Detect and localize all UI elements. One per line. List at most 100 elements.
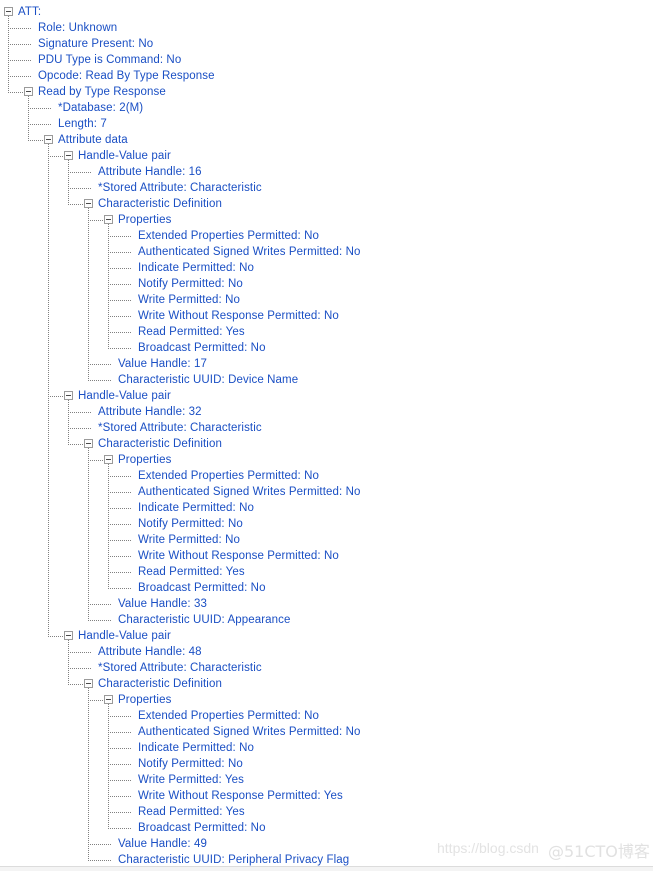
tree-row-label: ATT:: [18, 6, 42, 18]
tree-row-label: Indicate Permitted: No: [138, 502, 254, 514]
tree-expander-collapse-icon[interactable]: [84, 439, 93, 448]
tree-connector-line: [88, 860, 112, 861]
tree-row[interactable]: Attribute Handle: 32: [0, 404, 653, 420]
tree-connector-line: [28, 140, 43, 141]
tree-row[interactable]: Indicate Permitted: No: [0, 740, 653, 756]
tree-row[interactable]: Properties: [0, 212, 653, 228]
tree-row-label: Role: Unknown: [38, 22, 118, 34]
tree-connector-line: [108, 236, 132, 237]
tree-row[interactable]: Read by Type Response: [0, 84, 653, 100]
tree-expander-collapse-icon[interactable]: [104, 455, 113, 464]
tree-row[interactable]: Notify Permitted: No: [0, 276, 653, 292]
tree-expander-collapse-icon[interactable]: [104, 695, 113, 704]
tree-row[interactable]: Write Permitted: Yes: [0, 772, 653, 788]
tree-connector-line: [108, 476, 132, 477]
tree-row-label: Read by Type Response: [38, 86, 166, 98]
tree-row[interactable]: Write Permitted: No: [0, 532, 653, 548]
tree-row[interactable]: *Stored Attribute: Characteristic: [0, 180, 653, 196]
tree-row[interactable]: Broadcast Permitted: No: [0, 820, 653, 836]
tree-expander-collapse-icon[interactable]: [64, 391, 73, 400]
tree-row[interactable]: Characteristic UUID: Appearance: [0, 612, 653, 628]
tree-expander-collapse-icon[interactable]: [64, 151, 73, 160]
tree-row[interactable]: Characteristic Definition: [0, 676, 653, 692]
tree-expander-collapse-icon[interactable]: [24, 87, 33, 96]
tree-row[interactable]: Extended Properties Permitted: No: [0, 468, 653, 484]
tree-connector-line: [28, 108, 52, 109]
tree-row[interactable]: Handle-Value pair: [0, 148, 653, 164]
tree-row[interactable]: Role: Unknown: [0, 20, 653, 36]
tree-expander-collapse-icon[interactable]: [44, 135, 53, 144]
tree-row[interactable]: Length: 7: [0, 116, 653, 132]
tree-connector-line: [68, 188, 92, 189]
panel-bottom-edge: [0, 866, 653, 871]
tree-row[interactable]: Properties: [0, 692, 653, 708]
tree-row[interactable]: Extended Properties Permitted: No: [0, 708, 653, 724]
tree-row[interactable]: Authenticated Signed Writes Permitted: N…: [0, 484, 653, 500]
tree-row[interactable]: *Stored Attribute: Characteristic: [0, 660, 653, 676]
tree-row[interactable]: Write Without Response Permitted: No: [0, 548, 653, 564]
tree-row[interactable]: Read Permitted: Yes: [0, 564, 653, 580]
tree-row[interactable]: Characteristic UUID: Peripheral Privacy …: [0, 852, 653, 866]
tree-row-label: Write Without Response Permitted: No: [138, 310, 339, 322]
tree-row[interactable]: Properties: [0, 452, 653, 468]
tree-row[interactable]: Handle-Value pair: [0, 628, 653, 644]
tree-row[interactable]: Write Permitted: No: [0, 292, 653, 308]
tree-row-label: Indicate Permitted: No: [138, 262, 254, 274]
tree-row[interactable]: Write Without Response Permitted: Yes: [0, 788, 653, 804]
tree-row[interactable]: Value Handle: 33: [0, 596, 653, 612]
tree-row[interactable]: Extended Properties Permitted: No: [0, 228, 653, 244]
tree-row[interactable]: Read Permitted: Yes: [0, 804, 653, 820]
tree-connector-line: [108, 524, 132, 525]
tree-connector-line: [68, 172, 92, 173]
tree-row[interactable]: Read Permitted: Yes: [0, 324, 653, 340]
tree-expander-collapse-icon[interactable]: [4, 7, 13, 16]
tree-row[interactable]: PDU Type is Command: No: [0, 52, 653, 68]
protocol-decode-tree[interactable]: ATT: Role: Unknown Signature Present: No PD…: [0, 0, 653, 866]
tree-row[interactable]: Characteristic Definition: [0, 196, 653, 212]
tree-row-label: Read Permitted: Yes: [138, 326, 245, 338]
tree-expander-collapse-icon[interactable]: [84, 679, 93, 688]
tree-connector-line: [108, 508, 132, 509]
tree-row[interactable]: Signature Present: No: [0, 36, 653, 52]
tree-row[interactable]: ATT:: [0, 4, 653, 20]
tree-connector-line: [8, 76, 32, 77]
tree-row[interactable]: Value Handle: 17: [0, 356, 653, 372]
tree-connector-line: [68, 684, 83, 685]
tree-row[interactable]: Attribute Handle: 48: [0, 644, 653, 660]
tree-row[interactable]: Authenticated Signed Writes Permitted: N…: [0, 724, 653, 740]
tree-connector-line: [88, 700, 103, 701]
tree-row-label: Handle-Value pair: [78, 150, 171, 162]
tree-row[interactable]: *Stored Attribute: Characteristic: [0, 420, 653, 436]
tree-row[interactable]: Indicate Permitted: No: [0, 500, 653, 516]
tree-connector-line: [108, 732, 132, 733]
tree-row[interactable]: Authenticated Signed Writes Permitted: N…: [0, 244, 653, 260]
tree-row-label: *Stored Attribute: Characteristic: [98, 182, 262, 194]
tree-connector-line: [108, 812, 132, 813]
tree-row-label: Value Handle: 33: [118, 598, 207, 610]
tree-row[interactable]: Value Handle: 49: [0, 836, 653, 852]
tree-row[interactable]: Characteristic UUID: Device Name: [0, 372, 653, 388]
tree-row[interactable]: Write Without Response Permitted: No: [0, 308, 653, 324]
tree-row[interactable]: Opcode: Read By Type Response: [0, 68, 653, 84]
tree-expander-collapse-icon[interactable]: [84, 199, 93, 208]
tree-row[interactable]: Broadcast Permitted: No: [0, 580, 653, 596]
tree-row[interactable]: Characteristic Definition: [0, 436, 653, 452]
tree-row[interactable]: Broadcast Permitted: No: [0, 340, 653, 356]
tree-row[interactable]: Notify Permitted: No: [0, 756, 653, 772]
tree-row-label: Handle-Value pair: [78, 390, 171, 402]
tree-row[interactable]: Attribute data: [0, 132, 653, 148]
tree-expander-collapse-icon[interactable]: [104, 215, 113, 224]
tree-row-label: Broadcast Permitted: No: [138, 582, 266, 594]
tree-row[interactable]: Handle-Value pair: [0, 388, 653, 404]
tree-row[interactable]: *Database: 2(M): [0, 100, 653, 116]
tree-connector-line: [88, 844, 112, 845]
top-clipped-row: [0, 0, 653, 3]
tree-row-label: Characteristic Definition: [98, 678, 222, 690]
tree-row-label: Read Permitted: Yes: [138, 806, 245, 818]
tree-row[interactable]: Attribute Handle: 16: [0, 164, 653, 180]
tree-row[interactable]: Notify Permitted: No: [0, 516, 653, 532]
tree-expander-collapse-icon[interactable]: [64, 631, 73, 640]
tree-connector-line: [88, 604, 112, 605]
tree-row-label: Write Permitted: No: [138, 294, 241, 306]
tree-row[interactable]: Indicate Permitted: No: [0, 260, 653, 276]
